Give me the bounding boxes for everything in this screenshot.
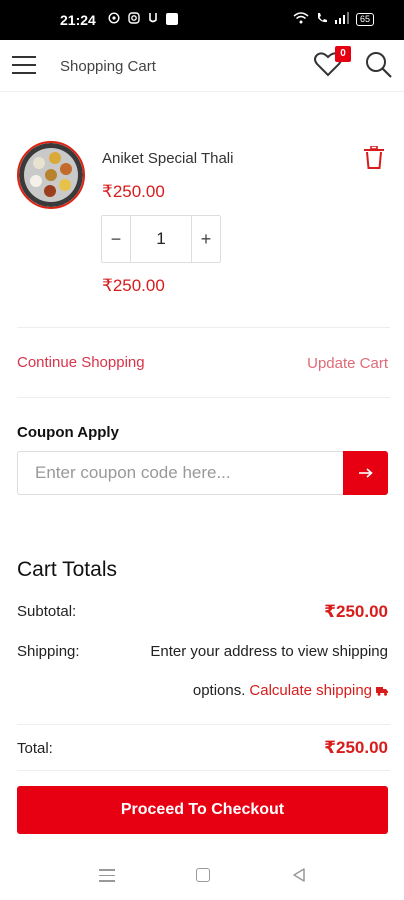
- calculate-shipping-link[interactable]: Calculate shipping: [249, 682, 372, 699]
- product-thumbnail[interactable]: [17, 141, 85, 209]
- call-icon: [316, 12, 328, 27]
- signal-icon: [334, 12, 349, 27]
- wishlist-count-badge: 0: [335, 46, 351, 62]
- quantity-value[interactable]: 1: [131, 216, 191, 262]
- home-icon[interactable]: [196, 868, 210, 882]
- cart-totals-title: Cart Totals: [17, 558, 117, 581]
- notification-square-icon: [166, 13, 178, 25]
- subtotal-value: ₹250.00: [324, 602, 388, 621]
- status-system-icons: 65: [293, 12, 374, 27]
- app-header: Shopping Cart 0: [0, 40, 404, 92]
- proceed-to-checkout-button[interactable]: Proceed To Checkout: [17, 786, 388, 834]
- truck-icon: [376, 686, 388, 696]
- item-subtotal: ₹250.00: [102, 276, 165, 295]
- shipping-info-text: Enter your address to view shipping: [150, 643, 388, 660]
- shipping-info-text-continued: options.: [192, 682, 246, 699]
- apply-coupon-button[interactable]: [343, 451, 388, 495]
- shipping-label: Shipping:: [17, 643, 80, 660]
- product-name[interactable]: Aniket Special Thali: [102, 150, 233, 167]
- product-price: ₹250.00: [102, 182, 165, 201]
- total-value: ₹250.00: [324, 738, 388, 757]
- divider: [17, 724, 390, 725]
- wifi-icon: [293, 12, 309, 27]
- quantity-increase-button[interactable]: +: [191, 216, 220, 262]
- quantity-stepper: − 1 +: [101, 215, 221, 263]
- total-label: Total:: [17, 740, 53, 757]
- divider: [17, 327, 390, 328]
- continue-shopping-link[interactable]: Continue Shopping: [17, 354, 145, 371]
- instagram-icon: [128, 12, 140, 27]
- recent-apps-icon[interactable]: [99, 869, 115, 883]
- status-bar: 21:24 65: [0, 0, 404, 40]
- u-icon: [148, 12, 158, 27]
- page-title: Shopping Cart: [60, 58, 156, 75]
- wishlist-button[interactable]: 0: [313, 46, 351, 80]
- status-notification-icons: [108, 12, 178, 27]
- battery-icon: 65: [355, 13, 374, 26]
- shipping-info-line: options. Calculate shipping: [193, 682, 388, 699]
- subtotal-label: Subtotal:: [17, 603, 77, 620]
- divider: [17, 770, 390, 771]
- system-nav-bar: [0, 855, 404, 900]
- coupon-input[interactable]: [17, 451, 344, 495]
- divider: [17, 397, 390, 398]
- search-icon[interactable]: [364, 50, 394, 80]
- menu-icon[interactable]: [12, 56, 36, 74]
- arrow-right-icon: [358, 468, 373, 478]
- status-time: 21:24: [60, 12, 96, 28]
- whatsapp-icon: [108, 12, 120, 27]
- delete-icon[interactable]: [363, 145, 385, 170]
- coupon-label: Coupon Apply: [17, 424, 119, 441]
- update-cart-link[interactable]: Update Cart: [307, 355, 388, 372]
- quantity-decrease-button[interactable]: −: [102, 216, 131, 262]
- back-icon[interactable]: [291, 867, 307, 883]
